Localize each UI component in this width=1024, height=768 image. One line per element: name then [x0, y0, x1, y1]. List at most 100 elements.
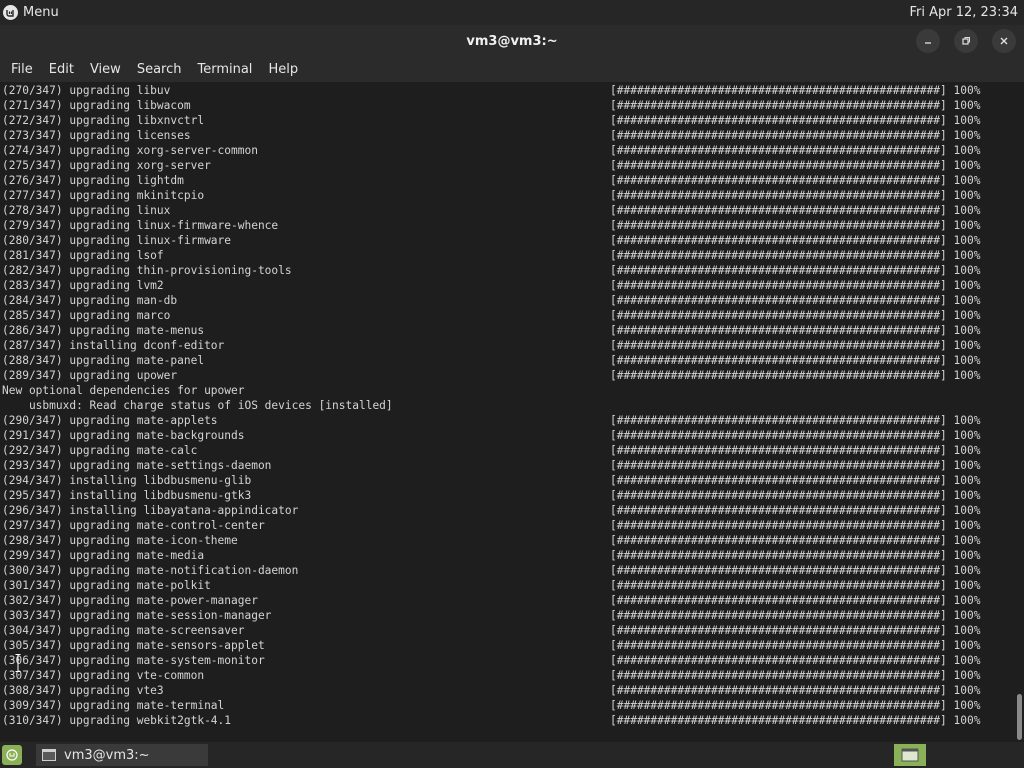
terminal-line: (272/347) upgrading libxnvctrl [#########…	[2, 113, 1010, 128]
progress-bar: [#######################################…	[610, 474, 981, 487]
menu-edit[interactable]: Edit	[41, 62, 82, 77]
clock[interactable]: Fri Apr 12, 23:34	[909, 5, 1018, 20]
terminal-line-text: (276/347) upgrading lightdm	[2, 174, 184, 187]
progress-bar: [#######################################…	[610, 339, 981, 352]
terminal-line-text: (275/347) upgrading xorg-server	[2, 159, 211, 172]
terminal-line: (292/347) upgrading mate-calc [##########…	[2, 443, 1010, 458]
terminal-line: (281/347) upgrading lsof [###############…	[2, 248, 1010, 263]
terminal-line: (291/347) upgrading mate-backgrounds [###…	[2, 428, 1010, 443]
terminal-line-text: (279/347) upgrading linux-firmware-whenc…	[2, 219, 279, 232]
terminal-line: (283/347) upgrading lvm2 [###############…	[2, 278, 1010, 293]
terminal-line-text: (309/347) upgrading mate-terminal	[2, 699, 225, 712]
progress-bar: [#######################################…	[610, 414, 981, 427]
minimize-button[interactable]	[916, 29, 940, 53]
terminal-line-text: (274/347) upgrading xorg-server-common	[2, 144, 258, 157]
terminal-line: (274/347) upgrading xorg-server-common [#…	[2, 143, 1010, 158]
progress-bar: [#######################################…	[610, 204, 981, 217]
window-titlebar[interactable]: vm3@vm3:~	[0, 25, 1024, 57]
progress-bar: [#######################################…	[610, 354, 981, 367]
menu-view[interactable]: View	[82, 62, 129, 77]
terminal-line-text: (281/347) upgrading lsof	[2, 249, 164, 262]
terminal-line: (277/347) upgrading mkinitcpio [#########…	[2, 188, 1010, 203]
terminal-line: (306/347) upgrading mate-system-monitor […	[2, 653, 1010, 668]
terminal-line: (295/347) installing libdbusmenu-gtk3 [##…	[2, 488, 1010, 503]
terminal-line-text: (303/347) upgrading mate-session-manager	[2, 609, 272, 622]
terminal-line-text: (286/347) upgrading mate-menus	[2, 324, 205, 337]
progress-bar: [#######################################…	[610, 594, 981, 607]
progress-bar: [#######################################…	[610, 579, 981, 592]
terminal-line: (301/347) upgrading mate-polkit [########…	[2, 578, 1010, 593]
terminal-line-text: (297/347) upgrading mate-control-center	[2, 519, 265, 532]
progress-bar: [#######################################…	[610, 84, 981, 97]
terminal-line-text: (295/347) installing libdbusmenu-gtk3	[2, 489, 252, 502]
progress-bar: [#######################################…	[610, 429, 981, 442]
terminal-line: (286/347) upgrading mate-menus [#########…	[2, 323, 1010, 338]
menu-terminal[interactable]: Terminal	[189, 62, 260, 77]
terminal-line-text: (304/347) upgrading mate-screensaver	[2, 624, 245, 637]
progress-bar: [#######################################…	[610, 324, 981, 337]
taskbar-item-label: vm3@vm3:~	[64, 747, 150, 763]
progress-bar: [#######################################…	[610, 444, 981, 457]
progress-bar: [#######################################…	[610, 459, 981, 472]
progress-bar: [#######################################…	[610, 99, 981, 112]
terminal-line-text: (270/347) upgrading libuv	[2, 84, 171, 97]
terminal-line: (279/347) upgrading linux-firmware-whenc…	[2, 218, 1010, 233]
terminal-line: (309/347) upgrading mate-terminal [######…	[2, 698, 1010, 713]
window-title: vm3@vm3:~	[466, 33, 558, 49]
terminal-line-text: (294/347) installing libdbusmenu-glib	[2, 474, 252, 487]
taskbar-item-terminal[interactable]: vm3@vm3:~	[36, 744, 208, 766]
top-panel: Menu Fri Apr 12, 23:34	[0, 0, 1024, 25]
menu-help[interactable]: Help	[260, 62, 306, 77]
terminal-line: (273/347) upgrading licenses [###########…	[2, 128, 1010, 143]
maximize-button[interactable]	[954, 29, 978, 53]
terminal-line-text: (272/347) upgrading libxnvctrl	[2, 114, 205, 127]
progress-bar: [#######################################…	[610, 279, 981, 292]
terminal-line: (294/347) installing libdbusmenu-glib [##…	[2, 473, 1010, 488]
terminal-line: (270/347) upgrading libuv [##############…	[2, 83, 1010, 98]
menubar: File Edit View Search Terminal Help	[0, 57, 1024, 82]
terminal-line: (293/347) upgrading mate-settings-daemon…	[2, 458, 1010, 473]
terminal-line: (310/347) upgrading webkit2gtk-4.1 [#####…	[2, 713, 1010, 728]
terminal-line-text: (307/347) upgrading vte-common	[2, 669, 205, 682]
progress-bar: [#######################################…	[610, 129, 981, 142]
menu-search[interactable]: Search	[129, 62, 190, 77]
scrollbar-thumb[interactable]	[1017, 694, 1022, 740]
workspace-switcher[interactable]	[894, 744, 926, 766]
progress-bar: [#######################################…	[610, 264, 981, 277]
start-menu-button[interactable]	[2, 745, 22, 765]
minimize-icon	[925, 42, 931, 44]
terminal-line-text: (293/347) upgrading mate-settings-daemon	[2, 459, 272, 472]
menu-button[interactable]: Menu	[3, 5, 59, 20]
progress-bar: [#######################################…	[610, 174, 981, 187]
progress-bar: [#######################################…	[610, 624, 981, 637]
mint-menu-icon	[6, 749, 18, 761]
terminal-line-text: (310/347) upgrading webkit2gtk-4.1	[2, 714, 232, 727]
terminal-line-text: (308/347) upgrading vte3	[2, 684, 164, 697]
terminal-line: (276/347) upgrading lightdm [############…	[2, 173, 1010, 188]
terminal-line-text: (296/347) installing libayatana-appindic…	[2, 504, 299, 517]
progress-bar: [#######################################…	[610, 234, 981, 247]
terminal-line-text: (288/347) upgrading mate-panel	[2, 354, 205, 367]
terminal-line: (297/347) upgrading mate-control-center […	[2, 518, 1010, 533]
terminal-line: (304/347) upgrading mate-screensaver [###…	[2, 623, 1010, 638]
terminal-line: (275/347) upgrading xorg-server [########…	[2, 158, 1010, 173]
terminal-line-text: (283/347) upgrading lvm2	[2, 279, 164, 292]
terminal-output[interactable]: (270/347) upgrading libuv [##############…	[0, 82, 1024, 742]
terminal-line: (299/347) upgrading mate-media [#########…	[2, 548, 1010, 563]
progress-bar: [#######################################…	[610, 489, 981, 502]
terminal-lines: (270/347) upgrading libuv [##############…	[2, 83, 1010, 728]
terminal-line-text: usbmuxd: Read charge status of iOS devic…	[2, 399, 393, 412]
close-button[interactable]	[992, 29, 1016, 53]
terminal-line: (289/347) upgrading upower [#############…	[2, 368, 1010, 383]
progress-bar: [#######################################…	[610, 369, 981, 382]
progress-bar: [#######################################…	[610, 684, 981, 697]
progress-bar: [#######################################…	[610, 639, 981, 652]
progress-bar: [#######################################…	[610, 534, 981, 547]
terminal-line-text: (285/347) upgrading marco	[2, 309, 171, 322]
terminal-line: (288/347) upgrading mate-panel [#########…	[2, 353, 1010, 368]
terminal-line: (305/347) upgrading mate-sensors-applet […	[2, 638, 1010, 653]
progress-bar: [#######################################…	[610, 669, 981, 682]
terminal-line: (290/347) upgrading mate-applets [#######…	[2, 413, 1010, 428]
menu-file[interactable]: File	[3, 62, 41, 77]
progress-bar: [#######################################…	[610, 549, 981, 562]
